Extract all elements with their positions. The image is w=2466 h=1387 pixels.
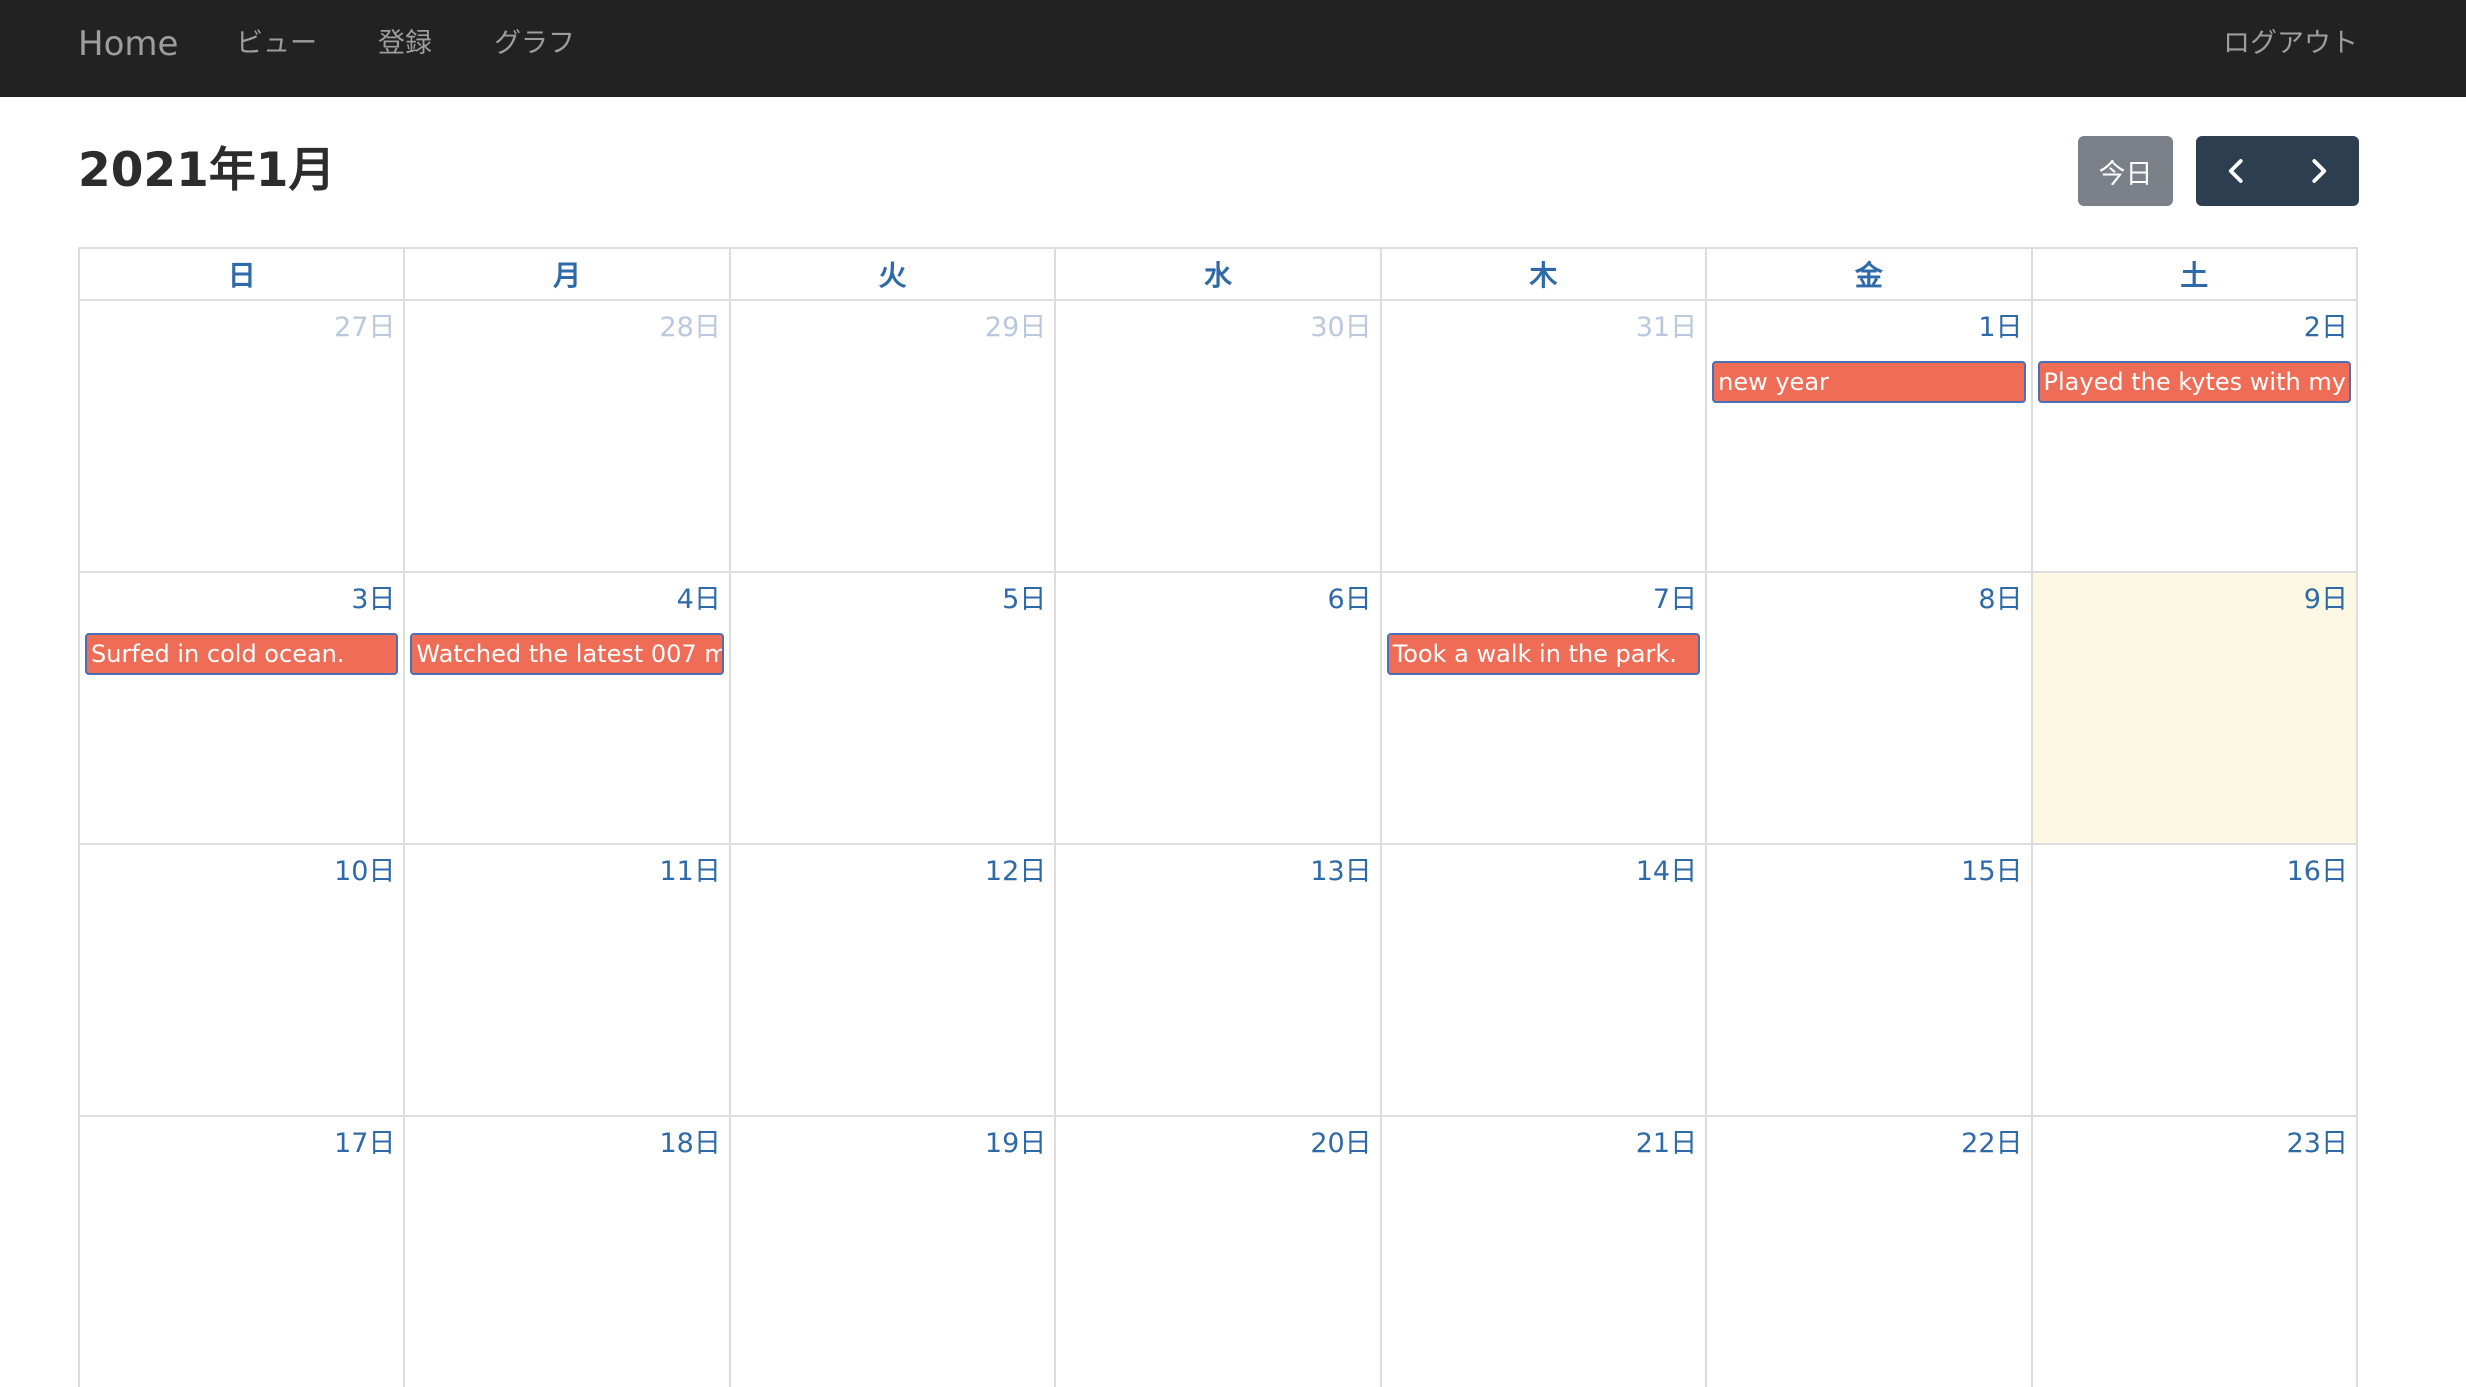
nav-link-view[interactable]: ビュー	[236, 26, 317, 62]
calendar-week-row: 17日 18日 19日 20日 21日 22日 23日	[78, 1115, 2358, 1387]
day-number-link[interactable]: 4日	[677, 583, 721, 617]
calendar-day-cell[interactable]: 5日	[731, 573, 1057, 843]
calendar-event[interactable]: new year	[1712, 361, 2026, 403]
calendar-day-cell[interactable]: 16日	[2033, 845, 2356, 1115]
top-navbar: Home ビュー 登録 グラフ ログアウト	[0, 0, 2466, 97]
calendar-day-cell[interactable]: 28日	[405, 301, 731, 571]
weekday-header: 月	[405, 249, 731, 299]
logout-link[interactable]: ログアウト	[2223, 26, 2358, 62]
day-number-link[interactable]: 30日	[1310, 311, 1371, 345]
day-number-link[interactable]: 3日	[351, 583, 395, 617]
calendar-day-cell[interactable]: 10日	[80, 845, 406, 1115]
calendar-day-cell[interactable]: 4日 Watched the latest 007 movie	[405, 573, 731, 843]
calendar-day-cell[interactable]: 2日 Played the kytes with my son	[2033, 301, 2356, 571]
weekday-header: 水	[1056, 249, 1382, 299]
day-number-link[interactable]: 2日	[2304, 311, 2348, 345]
calendar-day-cell[interactable]: 1日 new year	[1707, 301, 2033, 571]
day-number-link[interactable]: 17日	[334, 1127, 395, 1161]
calendar-day-cell[interactable]: 19日	[731, 1117, 1057, 1387]
calendar-day-cell[interactable]: 3日 Surfed in cold ocean.	[80, 573, 406, 843]
calendar-day-cell[interactable]: 8日	[1707, 573, 2033, 843]
day-number-link[interactable]: 7日	[1653, 583, 1697, 617]
day-number-link[interactable]: 20日	[1310, 1127, 1371, 1161]
calendar-day-cell[interactable]: 17日	[80, 1117, 406, 1387]
calendar-week-row: 3日 Surfed in cold ocean. 4日 Watched the lat…	[78, 571, 2358, 843]
calendar-day-cell[interactable]: 21日	[1382, 1117, 1708, 1387]
calendar-day-cell[interactable]: 27日	[80, 301, 406, 571]
calendar-event[interactable]: Surfed in cold ocean.	[85, 633, 399, 675]
next-month-button[interactable]	[2278, 136, 2360, 206]
day-number-link[interactable]: 15日	[1961, 855, 2022, 889]
day-number-link[interactable]: 14日	[1636, 855, 1697, 889]
calendar-week-row: 10日 11日 12日 13日 14日 15日 16日	[78, 843, 2358, 1115]
weekday-header: 日	[80, 249, 406, 299]
weekday-header: 木	[1382, 249, 1708, 299]
day-number-link[interactable]: 5日	[1002, 583, 1046, 617]
calendar-day-cell[interactable]: 18日	[405, 1117, 731, 1387]
today-button[interactable]: 今日	[2078, 136, 2173, 206]
calendar-day-cell[interactable]: 14日	[1382, 845, 1708, 1115]
weekday-header: 土	[2180, 259, 2209, 292]
nav-link-register[interactable]: 登録	[378, 26, 432, 62]
day-number-link[interactable]: 23日	[2287, 1127, 2348, 1161]
calendar-event[interactable]: Took a walk in the park.	[1386, 633, 1701, 675]
month-calendar: 日 月 火 水 木 金 土 27日 28日 29日 30日 31日 1日 new year 2…	[78, 247, 2358, 1387]
day-number-link[interactable]: 22日	[1961, 1127, 2022, 1161]
calendar-day-cell[interactable]: 29日	[731, 301, 1057, 571]
day-number-link[interactable]: 12日	[985, 855, 1046, 889]
calendar-day-cell[interactable]: 31日	[1382, 301, 1708, 571]
day-number-link[interactable]: 9日	[2304, 583, 2348, 617]
calendar-day-cell[interactable]: 11日	[405, 845, 731, 1115]
day-number-link[interactable]: 28日	[659, 311, 720, 345]
calendar-week-row: 27日 28日 29日 30日 31日 1日 new year 2日 Played the ky…	[78, 299, 2358, 571]
day-number-link[interactable]: 16日	[2287, 855, 2348, 889]
calendar-event[interactable]: Played the kytes with my son	[2037, 361, 2351, 403]
weekday-header: 火	[731, 249, 1057, 299]
calendar-day-cell-today[interactable]: 9日	[2032, 573, 2356, 843]
day-number-link[interactable]: 10日	[334, 855, 395, 889]
nav-home-link[interactable]: Home	[78, 22, 178, 66]
nav-link-graph[interactable]: グラフ	[494, 26, 575, 62]
weekday-header-row: 日 月 火 水 木 金 土	[78, 247, 2358, 299]
weekday-header: 金	[1707, 249, 2033, 299]
calendar-day-cell[interactable]: 20日	[1056, 1117, 1382, 1387]
calendar-day-cell[interactable]: 30日	[1056, 301, 1382, 571]
chevron-right-icon	[2312, 159, 2327, 183]
day-number-link[interactable]: 8日	[1978, 583, 2022, 617]
day-number-link[interactable]: 13日	[1310, 855, 1371, 889]
calendar-event[interactable]: Watched the latest 007 movie	[410, 633, 724, 675]
calendar-weeks: 27日 28日 29日 30日 31日 1日 new year 2日 Played the ky…	[78, 299, 2358, 1387]
calendar-day-cell[interactable]: 7日 Took a walk in the park.	[1382, 573, 1708, 843]
day-number-link[interactable]: 18日	[659, 1127, 720, 1161]
day-number-link[interactable]: 6日	[1328, 583, 1372, 617]
day-number-link[interactable]: 19日	[985, 1127, 1046, 1161]
calendar-day-cell[interactable]: 6日	[1056, 573, 1382, 843]
calendar-day-cell[interactable]: 15日	[1707, 845, 2033, 1115]
calendar-day-cell[interactable]: 23日	[2033, 1117, 2356, 1387]
day-number-link[interactable]: 11日	[659, 855, 720, 889]
calendar-day-cell[interactable]: 13日	[1056, 845, 1382, 1115]
chevron-left-icon	[2228, 159, 2243, 183]
day-number-link[interactable]: 21日	[1636, 1127, 1697, 1161]
day-number-link[interactable]: 29日	[985, 311, 1046, 345]
day-number-link[interactable]: 1日	[1978, 311, 2022, 345]
day-number-link[interactable]: 27日	[334, 311, 395, 345]
month-nav-button-group	[2196, 136, 2359, 206]
prev-month-button[interactable]	[2196, 136, 2278, 206]
calendar-day-cell[interactable]: 12日	[731, 845, 1057, 1115]
calendar-day-cell[interactable]: 22日	[1707, 1117, 2033, 1387]
calendar-title: 2021年1月	[78, 143, 336, 198]
day-number-link[interactable]: 31日	[1636, 311, 1697, 345]
